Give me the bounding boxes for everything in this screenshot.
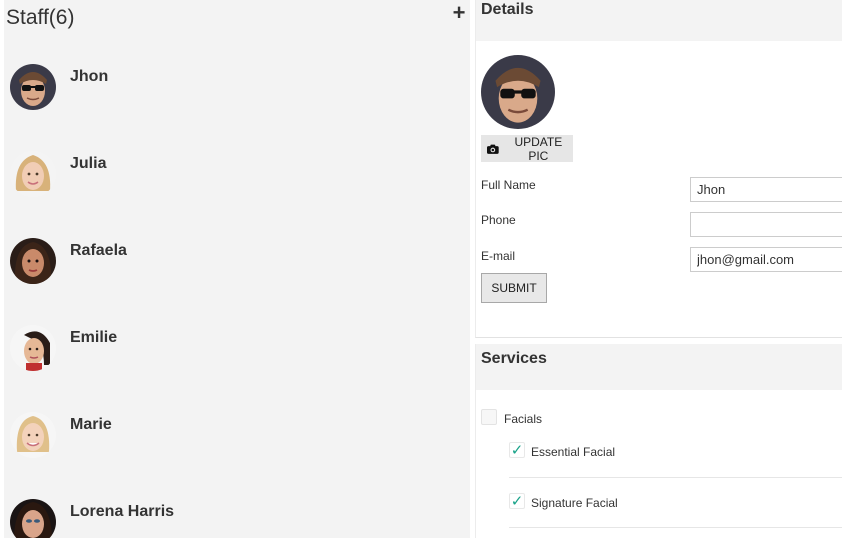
services-title: Services bbox=[481, 350, 547, 367]
facials-label: Facials bbox=[504, 412, 543, 426]
details-title: Details bbox=[481, 1, 534, 18]
update-pic-label: UPDATE PIC bbox=[514, 134, 563, 163]
avatar bbox=[10, 238, 56, 284]
phone-field[interactable] bbox=[690, 212, 842, 237]
divider bbox=[509, 527, 842, 528]
update-pic-button[interactable]: UPDATE PIC bbox=[481, 134, 573, 163]
services-panel: Services Facials ✓ Essential Facial ✓ Si… bbox=[475, 344, 842, 538]
essential-facial-label: Essential Facial bbox=[531, 445, 616, 459]
staff-list-panel: Staff(6) + Jhon Julia Rafaela Emilie Mar… bbox=[4, 0, 470, 538]
staff-management-page: Staff(6) + Jhon Julia Rafaela Emilie Mar… bbox=[0, 0, 842, 538]
staff-name: Emilie bbox=[70, 329, 118, 346]
staff-item-jhon[interactable]: Jhon bbox=[10, 64, 450, 114]
divider bbox=[509, 477, 842, 478]
avatar bbox=[10, 412, 56, 458]
full-name-label: Full Name bbox=[481, 178, 536, 192]
staff-item-rafaela[interactable]: Rafaela bbox=[10, 238, 450, 288]
avatar bbox=[10, 64, 56, 110]
staff-name: Lorena Harris bbox=[70, 503, 175, 520]
avatar bbox=[10, 151, 56, 197]
signature-facial-label: Signature Facial bbox=[531, 496, 618, 510]
camera-icon bbox=[487, 144, 499, 154]
staff-name: Rafaela bbox=[70, 242, 127, 259]
submit-button[interactable]: SUBMIT bbox=[481, 273, 547, 303]
phone-label: Phone bbox=[481, 213, 516, 227]
staff-title: Staff(6) bbox=[6, 6, 75, 29]
staff-item-julia[interactable]: Julia bbox=[10, 151, 450, 201]
full-name-field[interactable] bbox=[690, 177, 842, 202]
facials-checkbox[interactable] bbox=[481, 409, 497, 425]
details-header: Details bbox=[476, 0, 842, 41]
staff-item-emilie[interactable]: Emilie bbox=[10, 325, 450, 375]
add-staff-button[interactable]: + bbox=[450, 2, 468, 24]
staff-name: Marie bbox=[70, 416, 112, 433]
staff-item-marie[interactable]: Marie bbox=[10, 412, 450, 462]
signature-facial-checkbox[interactable]: ✓ bbox=[509, 493, 525, 510]
staff-name: Julia bbox=[70, 155, 107, 172]
profile-picture bbox=[481, 55, 555, 129]
email-label: E-mail bbox=[481, 249, 516, 263]
services-header: Services bbox=[476, 344, 842, 390]
staff-name: Jhon bbox=[70, 68, 109, 85]
avatar bbox=[10, 325, 56, 371]
avatar bbox=[10, 499, 56, 538]
staff-item-lorena-harris[interactable]: Lorena Harris bbox=[10, 499, 450, 538]
email-field[interactable] bbox=[690, 247, 842, 272]
details-panel: Details UPDATE PIC Full Name Jhon Phone … bbox=[475, 0, 842, 338]
essential-facial-checkbox[interactable]: ✓ bbox=[509, 442, 525, 459]
